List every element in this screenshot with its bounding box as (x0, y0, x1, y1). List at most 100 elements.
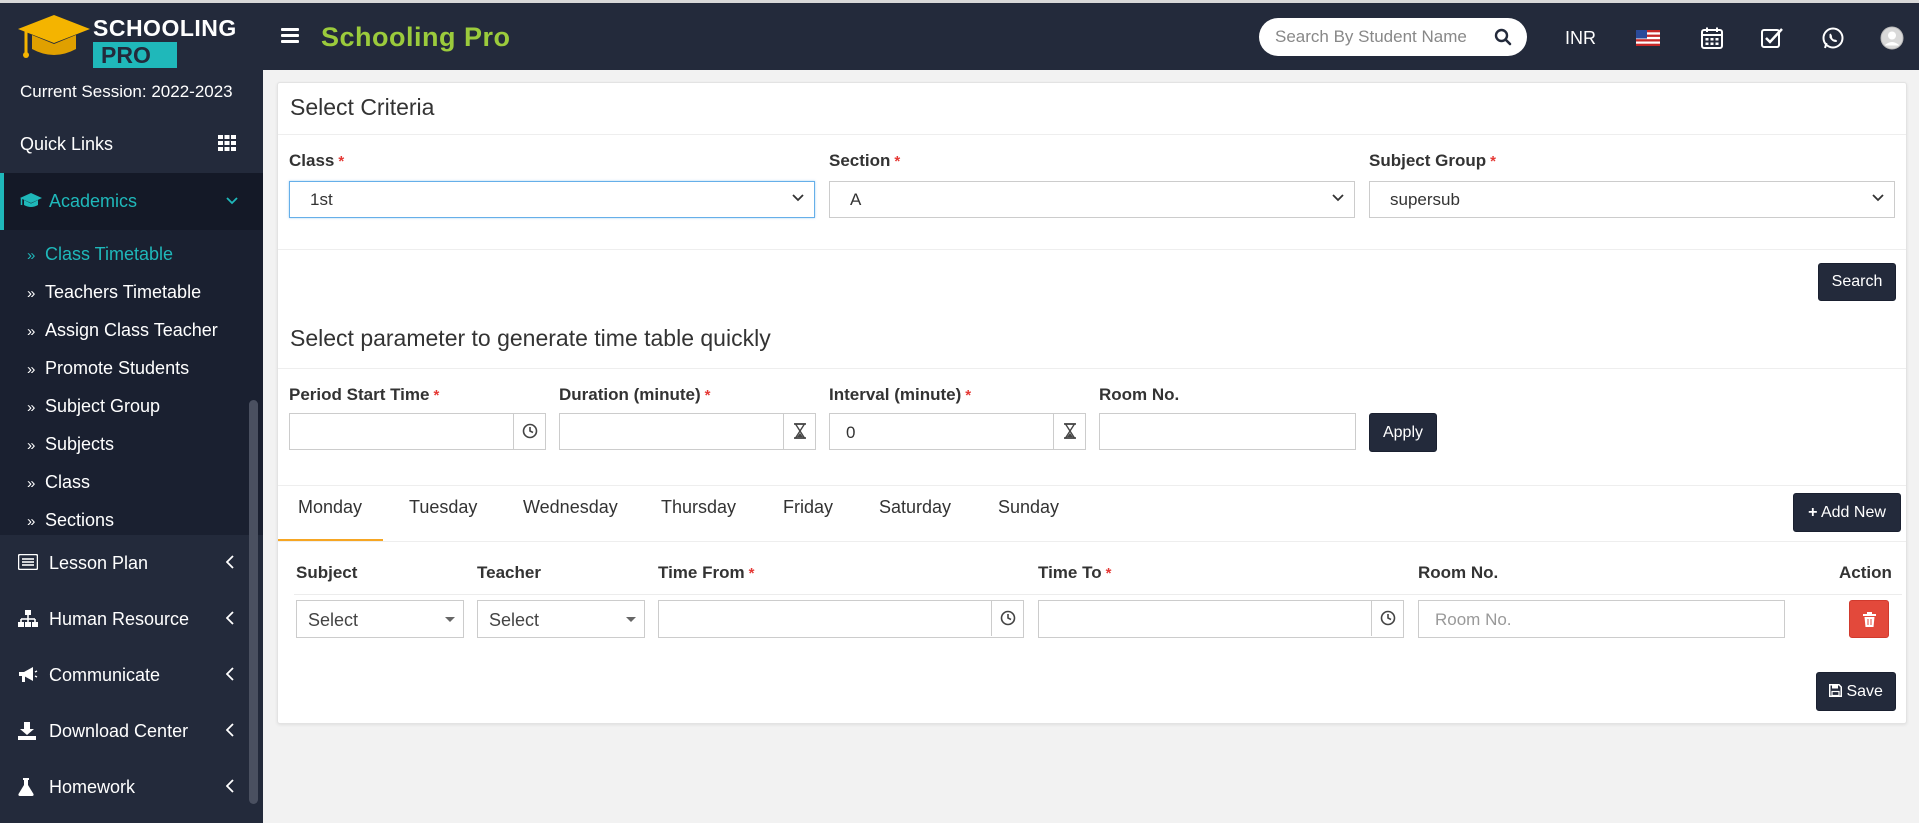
time-picker-addon[interactable] (1371, 601, 1403, 636)
quick-links[interactable]: Quick Links (20, 134, 113, 155)
submenu-class-timetable[interactable]: » Class Timetable (27, 244, 173, 265)
chevron-left-icon (226, 667, 234, 681)
download-icon (18, 722, 36, 740)
column-header-time-from: Time From * (658, 563, 755, 582)
hourglass-icon (794, 423, 806, 439)
student-search (1259, 18, 1527, 56)
delete-row-button[interactable] (1849, 600, 1889, 638)
logo-text-schooling: SCHOOLING (93, 15, 237, 41)
submenu-teachers-timetable[interactable]: » Teachers Timetable (27, 282, 201, 303)
submenu-promote-students[interactable]: » Promote Students (27, 358, 189, 379)
search-icon[interactable] (1494, 28, 1512, 46)
subject-group-label: Subject Group * (1369, 151, 1496, 170)
submenu-assign-class-teacher[interactable]: » Assign Class Teacher (27, 320, 218, 341)
trash-icon (1863, 612, 1876, 627)
sidebar-item-homework[interactable]: Homework (0, 760, 248, 816)
chevron-down-icon (226, 197, 238, 205)
interval-input[interactable]: 0 (829, 413, 1086, 450)
double-chevron-right-icon: » (27, 323, 36, 340)
tab-friday[interactable]: Friday (783, 497, 833, 518)
student-search-input[interactable] (1275, 26, 1475, 48)
section-select[interactable]: A (829, 181, 1355, 218)
calendar-icon[interactable] (1700, 26, 1724, 50)
chevron-left-icon (226, 611, 234, 625)
time-picker-addon[interactable] (513, 414, 545, 449)
column-header-room-no: Room No. (1418, 563, 1499, 582)
period-start-label: Period Start Time * (289, 385, 440, 404)
menu-toggle-icon[interactable] (281, 28, 299, 44)
tab-saturday[interactable]: Saturday (879, 497, 951, 518)
row-room-no-input[interactable]: Room No. (1418, 600, 1785, 638)
save-button[interactable]: Save (1816, 672, 1896, 711)
double-chevron-right-icon: » (27, 437, 36, 454)
currency-selector[interactable]: INR (1565, 28, 1596, 49)
tab-thursday[interactable]: Thursday (661, 497, 736, 518)
tab-sunday[interactable]: Sunday (998, 497, 1059, 518)
timetable-panel: Select Criteria Class * Section * Subject … (277, 82, 1907, 724)
row-time-to-input[interactable] (1038, 600, 1404, 638)
submenu-subject-group[interactable]: » Subject Group (27, 396, 160, 417)
divider (278, 368, 1906, 369)
sidebar-item-lesson-plan[interactable]: Lesson Plan (0, 536, 248, 592)
interval-addon[interactable] (1053, 414, 1085, 449)
chevron-left-icon (226, 555, 234, 569)
divider (278, 249, 1906, 250)
duration-input[interactable] (559, 413, 816, 450)
column-header-time-to: Time To * (1038, 563, 1112, 582)
divider (278, 541, 1906, 542)
sidebar-scrollbar[interactable] (249, 400, 258, 804)
grid-icon[interactable] (218, 135, 236, 151)
double-chevron-right-icon: » (27, 247, 36, 264)
sidebar-item-academics-label: Academics (49, 191, 138, 211)
add-new-button[interactable]: + Add New (1793, 493, 1901, 532)
chevron-left-icon (226, 779, 234, 793)
hourglass-icon (1064, 423, 1076, 439)
row-subject-select[interactable]: Select (296, 600, 464, 638)
tab-monday[interactable]: Monday (298, 497, 362, 518)
period-start-time-input[interactable] (289, 413, 546, 450)
class-label: Class * (289, 151, 345, 170)
apply-button[interactable]: Apply (1369, 413, 1437, 452)
room-no-label: Room No. (1099, 385, 1180, 404)
class-select[interactable]: 1st (289, 181, 815, 218)
whatsapp-icon[interactable] (1821, 26, 1845, 50)
tab-wednesday[interactable]: Wednesday (523, 497, 618, 518)
mortarboard-icon (20, 193, 42, 207)
task-checkbox-icon[interactable] (1760, 26, 1784, 50)
logo-text-pro: PRO (93, 42, 177, 68)
section-label: Section * (829, 151, 901, 170)
clock-icon (1380, 610, 1396, 626)
top-bar: SCHOOLING PRO Schooling Pro INR (0, 0, 1919, 70)
row-time-from-input[interactable] (658, 600, 1024, 638)
logo[interactable]: SCHOOLING PRO (18, 11, 248, 68)
double-chevron-right-icon: » (27, 513, 36, 530)
sidebar-item-academics[interactable]: Academics (0, 173, 263, 230)
time-picker-addon[interactable] (991, 601, 1023, 636)
us-flag-icon[interactable] (1636, 26, 1660, 50)
select-criteria-title: Select Criteria (290, 94, 435, 120)
room-no-input[interactable] (1099, 413, 1356, 450)
sidebar-item-human-resource[interactable]: Human Resource (0, 592, 248, 648)
caret-down-icon (626, 617, 636, 622)
row-teacher-select[interactable]: Select (477, 600, 645, 638)
sidebar-item-communicate[interactable]: Communicate (0, 648, 248, 704)
sidebar-item-download-center[interactable]: Download Center (0, 704, 248, 760)
sidebar: Current Session: 2022-2023 Quick Links A… (0, 70, 263, 823)
divider (278, 134, 1906, 135)
submenu-class[interactable]: » Class (27, 472, 90, 493)
submenu-subjects[interactable]: » Subjects (27, 434, 114, 455)
duration-addon[interactable] (783, 414, 815, 449)
plus-icon: + (1808, 504, 1818, 521)
subject-group-select[interactable]: supersub (1369, 181, 1895, 218)
chevron-down-icon (792, 194, 804, 202)
user-avatar-icon[interactable] (1880, 26, 1904, 50)
double-chevron-right-icon: » (27, 285, 36, 302)
double-chevron-right-icon: » (27, 361, 36, 378)
double-chevron-right-icon: » (27, 475, 36, 492)
tab-tuesday[interactable]: Tuesday (409, 497, 477, 518)
clock-icon (522, 423, 538, 439)
search-button[interactable]: Search (1818, 263, 1896, 301)
submenu-sections[interactable]: » Sections (27, 510, 114, 531)
app-title: Schooling Pro (321, 22, 511, 52)
generate-params-title: Select parameter to generate time table … (290, 325, 771, 351)
